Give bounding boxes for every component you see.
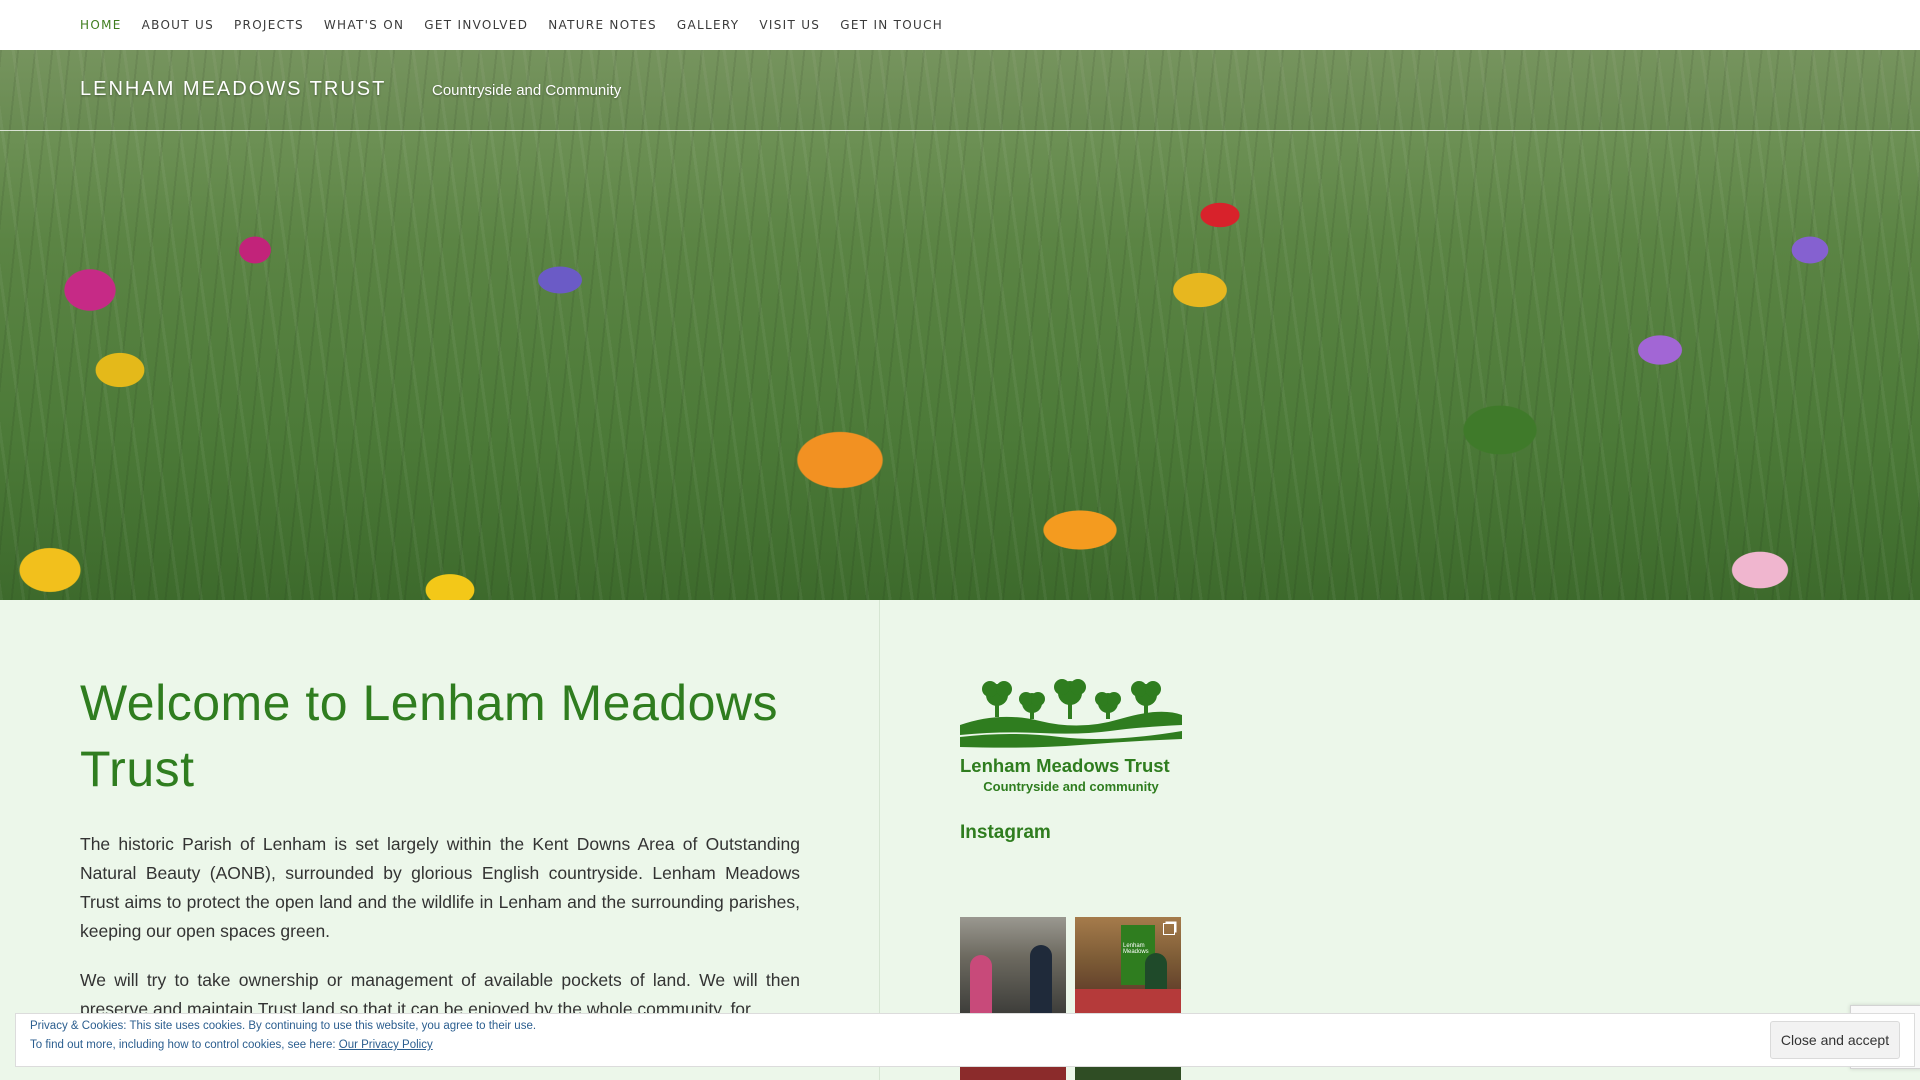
nav-item-nature-notes[interactable]: NATURE NOTES xyxy=(548,18,657,32)
photo-figure xyxy=(1030,945,1052,1015)
multiple-photos-icon xyxy=(1163,923,1175,935)
photo-figure xyxy=(970,955,992,1015)
nav-item-about-us[interactable]: ABOUT US xyxy=(142,18,214,32)
nav-item-gallery[interactable]: GALLERY xyxy=(677,18,739,32)
instagram-post-4[interactable] xyxy=(1075,1065,1181,1080)
page-title: Welcome to Lenham Meadows Trust xyxy=(80,675,779,797)
logo-name-text: Lenham Meadows Trust xyxy=(960,755,1170,776)
nav-item-get-involved[interactable]: GET INVOLVED xyxy=(424,18,528,32)
nav-item-get-in-touch[interactable]: GET IN TOUCH xyxy=(840,18,943,32)
trust-logo: Lenham Meadows Trust Countryside and com… xyxy=(960,675,1182,794)
logo-tagline-text: Countryside and community xyxy=(983,779,1159,794)
nav-item-visit-us[interactable]: VISIT US xyxy=(759,18,820,32)
hero-banner-wildflower-meadow: LENHAM MEADOWS TRUST Countryside and Com… xyxy=(0,50,1920,600)
nav-menu: HOME ABOUT US PROJECTS WHAT'S ON GET INV… xyxy=(80,0,963,50)
trees-and-hills-logo-icon xyxy=(960,679,1182,748)
instagram-post-2[interactable]: Lenham Meadows xyxy=(1075,917,1181,1015)
tablecloth xyxy=(1075,989,1181,1015)
instagram-heading: Instagram xyxy=(960,822,1051,843)
cookie-more-info: To find out more, including how to contr… xyxy=(30,1039,433,1051)
cookie-notice-text: Privacy & Cookies: This site uses cookie… xyxy=(30,1020,537,1032)
instagram-post-3[interactable] xyxy=(960,1065,1066,1080)
site-title[interactable]: LENHAM MEADOWS TRUST xyxy=(80,78,386,101)
site-tagline: Countryside and Community xyxy=(432,82,622,99)
nav-item-whats-on[interactable]: WHAT'S ON xyxy=(324,18,404,32)
main-content: Welcome to Lenham Meadows Trust The hist… xyxy=(80,670,800,1024)
instagram-post-1[interactable] xyxy=(960,917,1066,1015)
column-divider xyxy=(879,600,880,1080)
close-and-accept-button[interactable]: Close and accept xyxy=(1770,1021,1900,1059)
privacy-policy-link[interactable]: Our Privacy Policy xyxy=(339,1039,433,1051)
sidebar: Lenham Meadows Trust Countryside and com… xyxy=(960,675,1190,794)
intro-paragraph: The historic Parish of Lenham is set lar… xyxy=(80,834,800,941)
cookie-banner: Privacy & Cookies: This site uses cookie… xyxy=(15,1013,1915,1067)
cookie-more-info-text: To find out more, including how to contr… xyxy=(30,1039,339,1051)
nav-item-projects[interactable]: PROJECTS xyxy=(234,18,304,32)
top-navigation: HOME ABOUT US PROJECTS WHAT'S ON GET INV… xyxy=(0,0,1920,50)
nav-item-home[interactable]: HOME xyxy=(80,18,122,32)
